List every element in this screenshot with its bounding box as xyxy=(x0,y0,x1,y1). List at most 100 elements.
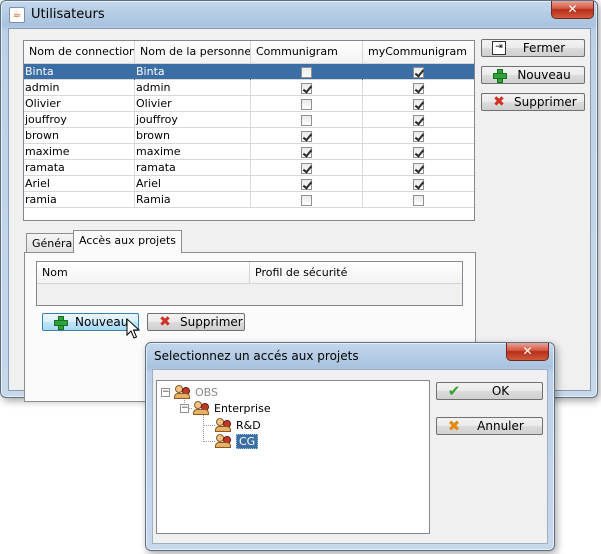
mycommunigram-checkbox[interactable] xyxy=(412,98,424,110)
dialog-title: Selectionnez un accés aux projets xyxy=(154,349,359,363)
cancel-button[interactable]: ✖ Annuler xyxy=(436,417,543,435)
tree-node-cg[interactable]: CG xyxy=(215,433,259,449)
communigram-checkbox[interactable] xyxy=(300,194,312,206)
tree-line xyxy=(203,413,204,442)
cell-communigram xyxy=(251,128,363,144)
project-tree: − OBS − Enterprise R&D CG xyxy=(156,380,430,534)
table-row[interactable]: maxime maxime xyxy=(24,144,474,160)
column-header-name[interactable]: Nom de la personne xyxy=(135,41,251,64)
table-row[interactable]: brown brown xyxy=(24,128,474,144)
communigram-checkbox[interactable] xyxy=(300,66,312,78)
mycommunigram-checkbox[interactable] xyxy=(412,114,424,126)
column-header-login[interactable]: Nom de connection xyxy=(24,41,136,64)
cell-person-name: admin xyxy=(135,80,251,96)
project-access-dialog: Selectionnez un accés aux projets ✕ − OB… xyxy=(145,342,555,551)
cell-communigram xyxy=(251,160,363,176)
door-exit-icon: ⇥ xyxy=(492,41,506,55)
communigram-checkbox[interactable] xyxy=(300,98,312,110)
ok-button[interactable]: ✔ OK xyxy=(436,382,543,400)
cell-login: maxime xyxy=(24,144,136,160)
cell-mycommunigram xyxy=(363,96,474,112)
communigram-checkbox[interactable] xyxy=(300,162,312,174)
users-table: Nom de connection Nom de la personne Com… xyxy=(23,40,475,221)
window-close-button[interactable]: ✕ xyxy=(551,1,594,19)
cell-communigram xyxy=(251,64,363,80)
tree-node-label: CG xyxy=(236,433,259,449)
people-group-icon xyxy=(193,401,211,415)
cell-communigram xyxy=(251,192,363,208)
window-title: Utilisateurs xyxy=(31,7,105,22)
cell-login: admin xyxy=(24,80,136,96)
cell-communigram xyxy=(251,144,363,160)
mycommunigram-checkbox[interactable] xyxy=(412,178,424,190)
column-header-security-profile[interactable]: Profil de sécurité xyxy=(250,262,462,284)
people-group-icon xyxy=(215,418,233,432)
tree-line xyxy=(203,441,215,442)
cell-person-name: maxime xyxy=(135,144,251,160)
tree-node-label: Enterprise xyxy=(214,401,271,415)
delete-user-button[interactable]: ✖ Supprimer xyxy=(481,93,585,111)
project-access-table-header: Nom Profil de sécurité xyxy=(37,262,462,284)
users-table-header: Nom de connection Nom de la personne Com… xyxy=(24,41,474,64)
communigram-checkbox[interactable] xyxy=(300,146,312,158)
close-button[interactable]: ⇥ Fermer xyxy=(481,39,585,57)
mycommunigram-checkbox[interactable] xyxy=(412,194,424,206)
column-header-mycommunigram[interactable]: myCommunigram xyxy=(363,41,474,64)
table-row[interactable]: ramia Ramia xyxy=(24,192,474,208)
cell-mycommunigram xyxy=(363,144,474,160)
mycommunigram-checkbox[interactable] xyxy=(412,82,424,94)
cell-communigram xyxy=(251,176,363,192)
cell-login: Ariel xyxy=(24,176,136,192)
table-row[interactable]: jouffroy jouffroy xyxy=(24,112,474,128)
red-x-icon: ✖ xyxy=(159,314,171,330)
mycommunigram-checkbox[interactable] xyxy=(412,66,424,78)
cell-person-name: Ariel xyxy=(135,176,251,192)
tree-node-enterprise[interactable]: − Enterprise xyxy=(180,400,271,416)
table-row[interactable]: Ariel Ariel xyxy=(24,176,474,192)
java-app-icon: ☕ xyxy=(9,7,25,23)
people-group-icon xyxy=(174,385,192,399)
plus-icon xyxy=(53,315,68,330)
tab-project-access[interactable]: Accès aux projets xyxy=(73,230,183,253)
new-project-access-button[interactable]: Nouveau xyxy=(42,313,139,331)
mycommunigram-checkbox[interactable] xyxy=(412,146,424,158)
table-row[interactable]: Binta Binta xyxy=(24,64,474,80)
dialog-close-button[interactable]: ✕ xyxy=(506,343,549,361)
new-user-button[interactable]: Nouveau xyxy=(481,66,585,84)
cell-login: brown xyxy=(24,128,136,144)
collapse-icon[interactable]: − xyxy=(161,387,170,397)
users-table-body: Binta Binta admin admin Olivier Olivier jouffr… xyxy=(24,64,474,208)
cell-mycommunigram xyxy=(363,80,474,96)
project-access-table: Nom Profil de sécurité xyxy=(36,261,463,306)
cell-mycommunigram xyxy=(363,112,474,128)
table-row[interactable]: ramata ramata xyxy=(24,160,474,176)
cell-communigram xyxy=(251,96,363,112)
tree-node-obs[interactable]: − OBS xyxy=(161,384,218,400)
cell-person-name: jouffroy xyxy=(135,112,251,128)
orange-x-icon: ✖ xyxy=(447,417,461,435)
table-row[interactable]: admin admin xyxy=(24,80,474,96)
communigram-checkbox[interactable] xyxy=(300,114,312,126)
communigram-checkbox[interactable] xyxy=(300,82,312,94)
table-row[interactable]: Olivier Olivier xyxy=(24,96,474,112)
column-header-project-name[interactable]: Nom xyxy=(37,262,250,284)
tree-node-rnd[interactable]: R&D xyxy=(215,417,261,433)
cell-mycommunigram xyxy=(363,64,474,80)
tree-node-label: OBS xyxy=(195,385,218,399)
cell-login: Olivier xyxy=(24,96,136,112)
column-header-communigram[interactable]: Communigram xyxy=(251,41,363,64)
delete-project-access-button[interactable]: ✖ Supprimer xyxy=(147,313,245,331)
collapse-icon[interactable]: − xyxy=(180,403,189,413)
communigram-checkbox[interactable] xyxy=(300,130,312,142)
cell-mycommunigram xyxy=(363,128,474,144)
mycommunigram-checkbox[interactable] xyxy=(412,162,424,174)
cell-person-name: Ramia xyxy=(135,192,251,208)
cell-person-name: brown xyxy=(135,128,251,144)
cell-login: ramata xyxy=(24,160,136,176)
people-group-icon xyxy=(215,434,233,448)
tree-node-label: R&D xyxy=(236,418,261,432)
communigram-checkbox[interactable] xyxy=(300,178,312,190)
mycommunigram-checkbox[interactable] xyxy=(412,130,424,142)
cell-person-name: Binta xyxy=(135,64,251,80)
cell-login: Binta xyxy=(24,64,136,80)
